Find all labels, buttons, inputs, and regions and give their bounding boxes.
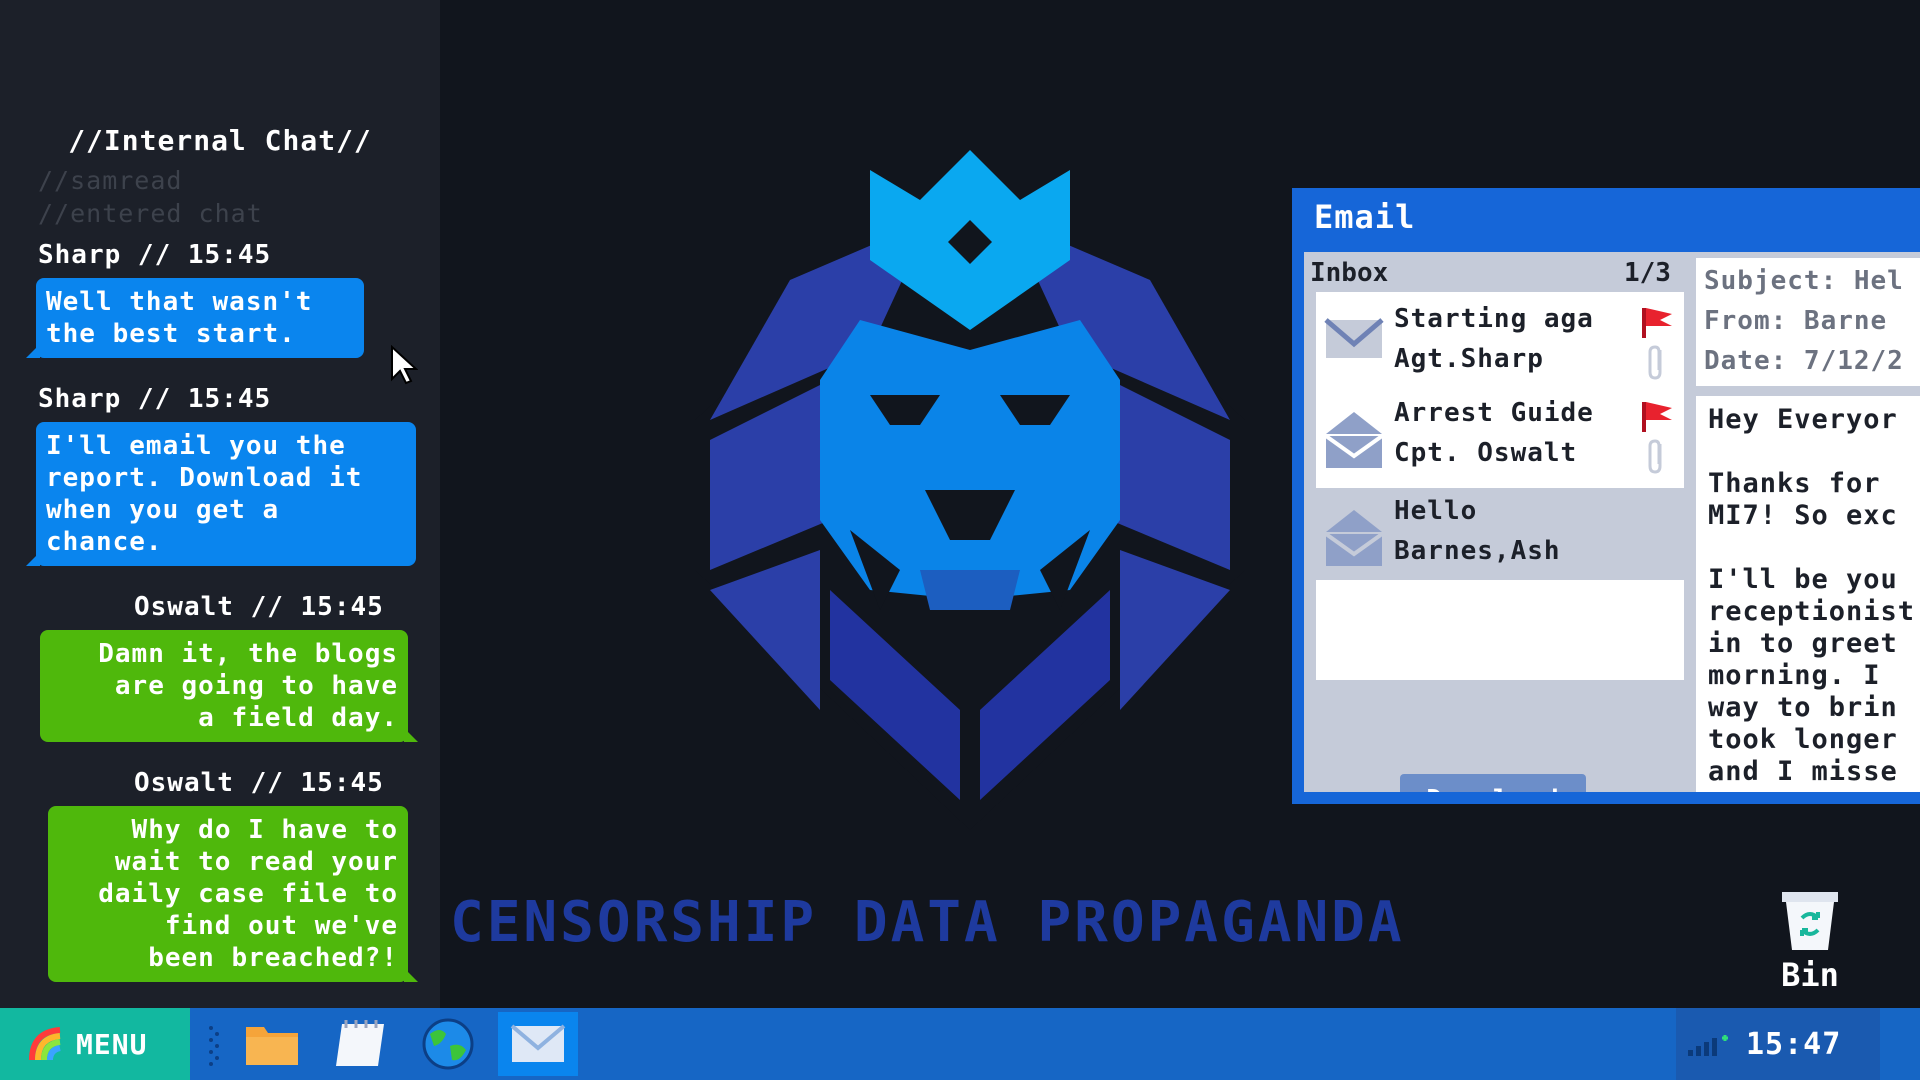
email-body-text[interactable]: Hey Everyor Thanks for MI7! So exc I'll … <box>1696 396 1920 792</box>
inbox-page-count: 1/3 <box>1624 258 1671 288</box>
chat-message-header: Sharp // 15:45 <box>38 384 272 414</box>
email-window[interactable]: Email Inbox 1/3 Starting aga Agt.Sharp A… <box>1292 188 1920 804</box>
chat-message-line: wait to read your <box>114 847 398 877</box>
email-body-line: morning. I <box>1708 660 1881 691</box>
inbox-item-sender: Barnes,Ash <box>1394 536 1561 566</box>
chat-message-line: a field day. <box>198 703 398 733</box>
attachment-clip-icon <box>1648 345 1662 380</box>
chat-message-line: Damn it, the blogs <box>98 639 398 669</box>
flag-icon <box>1642 402 1672 432</box>
recycle-bin-label: Bin <box>1781 956 1839 994</box>
attachment-clip-icon <box>1648 439 1662 474</box>
chat-message-line: Well that wasn't <box>46 287 313 317</box>
taskbar-browser-button[interactable] <box>414 1014 482 1074</box>
email-body-line: Thanks for <box>1708 468 1881 499</box>
taskbar-grip-icon <box>209 1026 219 1066</box>
inbox-label: Inbox <box>1310 258 1389 288</box>
globe-icon <box>422 1018 474 1070</box>
email-subject: Subject: Hel <box>1704 266 1904 296</box>
inbox-item-subject: Arrest Guide <box>1394 398 1594 428</box>
email-window-title: Email <box>1314 198 1416 236</box>
inbox-item-subject: Starting aga <box>1394 304 1594 334</box>
chat-message-line: daily case file to <box>98 879 398 909</box>
start-menu-button[interactable]: MENU <box>0 1008 190 1080</box>
system-tray: 15:47 <box>1676 1008 1880 1080</box>
chat-message-line: I'll email you the <box>46 431 346 461</box>
taskbar-files-button[interactable] <box>238 1014 306 1074</box>
envelope-icon <box>510 1024 566 1062</box>
email-body-line: receptionist <box>1708 596 1916 627</box>
recycle-bin-icon <box>1782 892 1838 950</box>
email-window-body: Inbox 1/3 Starting aga Agt.Sharp Arrest … <box>1304 252 1920 792</box>
chat-message-header: Sharp // 15:45 <box>38 240 272 270</box>
taskbar-clock: 15:47 <box>1746 1026 1842 1062</box>
chat-message-bubble: Damn it, the blogs are going to have a f… <box>40 630 418 742</box>
rainbow-menu-icon <box>29 1027 61 1061</box>
chat-message-line: when you get a <box>46 495 280 525</box>
chat-message-bubble: Why do I have to wait to read your daily… <box>48 806 418 982</box>
unread-envelope-icon <box>1324 318 1384 358</box>
taskbar-email-button[interactable] <box>498 1012 578 1076</box>
inbox-item-subject: Hello <box>1394 496 1478 526</box>
chat-title: //Internal Chat// <box>68 124 372 157</box>
inbox-item[interactable]: Arrest Guide Cpt. Oswalt <box>1316 390 1684 482</box>
chat-message-line: find out we've <box>164 911 398 941</box>
signal-strength-icon <box>1688 1035 1728 1056</box>
chat-message-line: the best start. <box>46 319 296 349</box>
internal-chat-panel: //Internal Chat// //samread //entered ch… <box>0 0 440 1008</box>
chat-message-line: been breached?! <box>148 943 398 973</box>
mouse-cursor-icon <box>391 345 418 385</box>
email-body-line: I'll be you <box>1708 564 1898 595</box>
open-envelope-icon <box>1324 510 1384 566</box>
notepad-icon <box>336 1020 384 1066</box>
email-reader: Subject: Hel From: Barne Date: 7/12/2 He… <box>1696 252 1920 792</box>
taskbar-notes-button[interactable] <box>328 1014 396 1074</box>
chat-message-header: Oswalt // 15:45 <box>134 592 384 622</box>
inbox-item-sender: Cpt. Oswalt <box>1394 438 1578 468</box>
email-header: Subject: Hel From: Barne Date: 7/12/2 <box>1696 258 1920 386</box>
folder-icon <box>246 1027 298 1065</box>
inbox-item-selected[interactable]: Hello Barnes,Ash <box>1316 488 1684 580</box>
chat-message-line: are going to have <box>114 671 398 701</box>
chat-system-line: //samread <box>38 166 183 195</box>
inbox-item[interactable]: Starting aga Agt.Sharp <box>1316 296 1684 388</box>
flag-icon <box>1642 308 1672 338</box>
chat-message-line: Why do I have to <box>131 815 398 845</box>
recycle-bin[interactable]: Bin <box>1760 890 1860 994</box>
desktop-slogan: CENSORSHIP DATA PROPAGANDA <box>450 890 1405 955</box>
email-body-line: took longer <box>1708 724 1898 755</box>
email-body-line: and I misse <box>1708 756 1898 787</box>
email-body-line: in to greet <box>1708 628 1898 659</box>
inbox-list: Starting aga Agt.Sharp Arrest Guide Cpt.… <box>1316 292 1684 680</box>
chat-message-line: chance. <box>46 527 163 557</box>
email-body-line: MI7! So exc <box>1708 500 1898 531</box>
email-from: From: Barne <box>1704 306 1888 336</box>
email-body-line: way to brin <box>1708 692 1898 723</box>
chat-message-bubble: Well that wasn't the best start. <box>26 278 364 358</box>
chat-message-line: report. Download it <box>46 463 363 493</box>
start-menu-label: MENU <box>76 1027 148 1061</box>
chat-message-header: Oswalt // 15:45 <box>134 768 384 798</box>
chat-message-bubble: I'll email you the report. Download it w… <box>26 422 416 566</box>
email-body-line: Hey Everyor <box>1708 404 1898 435</box>
download-button[interactable]: Download <box>1400 774 1586 792</box>
chat-system-line: //entered chat <box>38 199 263 228</box>
lion-crest-logo <box>695 150 1245 830</box>
taskbar: MENU 15:47 <box>0 1008 1920 1080</box>
email-date: Date: 7/12/2 <box>1704 346 1904 376</box>
inbox-item-sender: Agt.Sharp <box>1394 344 1544 374</box>
open-envelope-icon <box>1324 412 1384 468</box>
